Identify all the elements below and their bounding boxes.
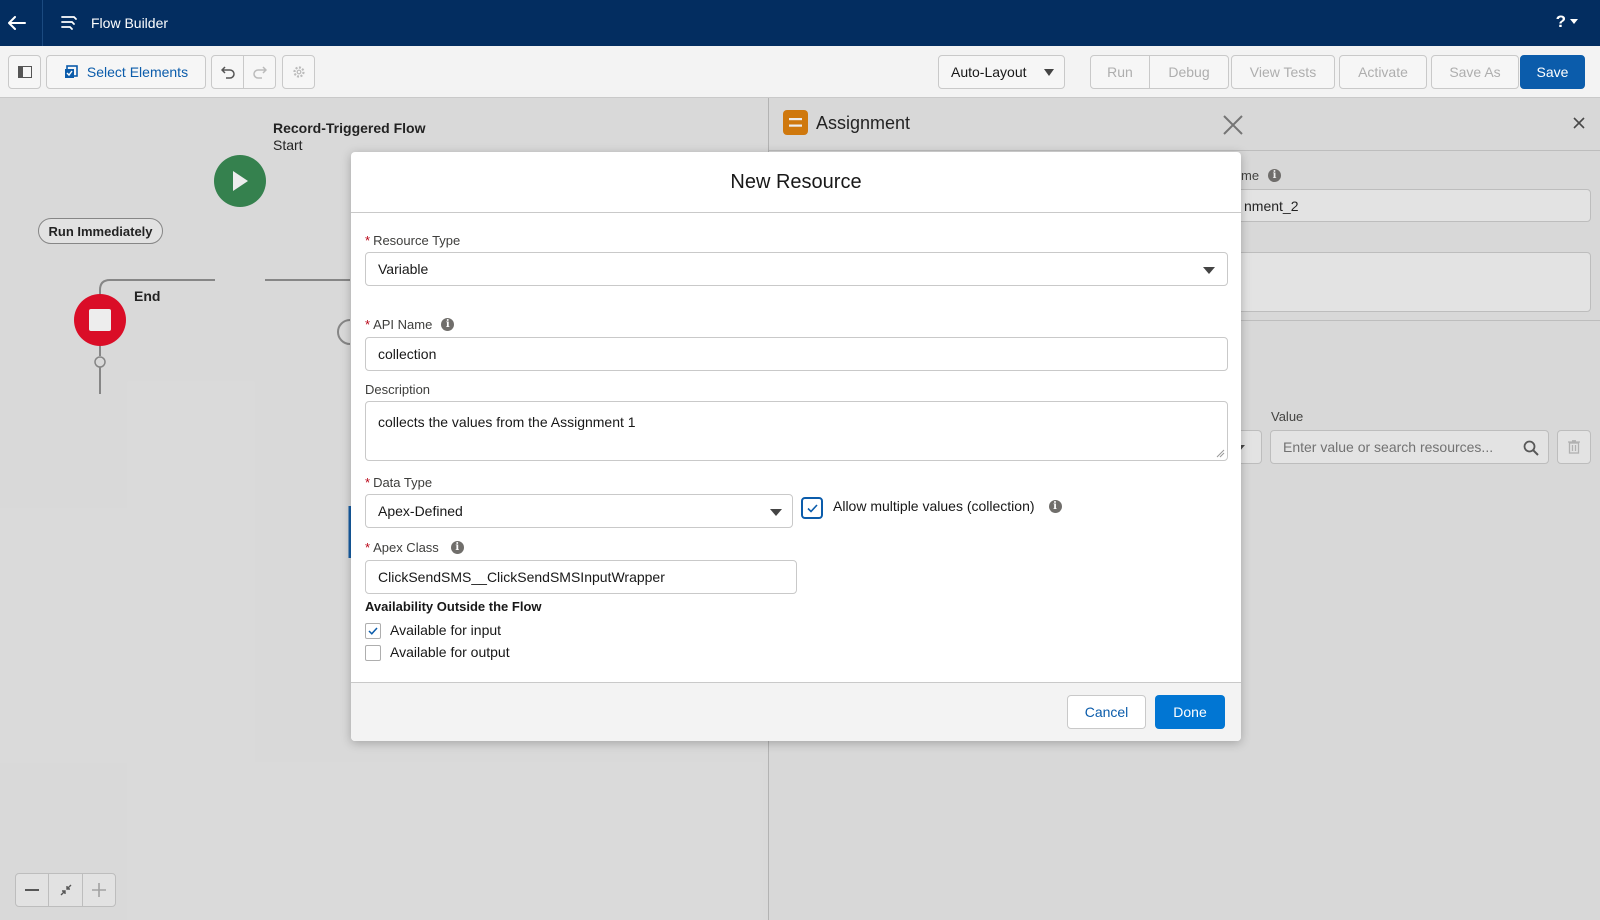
layout-mode-select[interactable]: Auto-Layout xyxy=(938,55,1065,89)
chevron-down-icon xyxy=(1044,69,1054,76)
checkmark-icon xyxy=(806,503,818,513)
info-icon[interactable]: i xyxy=(450,541,464,554)
data-type-value: Apex-Defined xyxy=(378,503,463,519)
resize-handle-icon xyxy=(1216,449,1225,458)
save-as-label: Save As xyxy=(1449,64,1501,80)
required-marker: * xyxy=(365,540,371,555)
flow-icon xyxy=(61,16,77,30)
api-name-value: collection xyxy=(378,346,437,362)
available-input-label-text: Available for input xyxy=(390,622,502,638)
top-bar: Flow Builder ? xyxy=(0,0,1600,46)
available-output-checkbox[interactable] xyxy=(365,645,381,661)
gear-icon xyxy=(292,66,305,78)
checkmark-icon xyxy=(368,627,378,635)
description-textarea[interactable]: collects the values from the Assignment … xyxy=(365,401,1228,461)
data-type-label: * Data Type xyxy=(365,475,432,490)
save-label: Save xyxy=(1536,64,1569,80)
activate-label: Activate xyxy=(1358,64,1408,80)
undo-button[interactable] xyxy=(211,55,244,89)
help-menu-button[interactable]: ? xyxy=(1556,12,1578,32)
select-elements-label: Select Elements xyxy=(86,64,189,80)
available-output-label-text: Available for output xyxy=(390,644,510,660)
help-icon: ? xyxy=(1555,12,1566,31)
info-icon[interactable]: i xyxy=(1048,499,1062,513)
toolbar: Select Elements Auto-Layout Run Debug Vi… xyxy=(0,46,1600,98)
required-marker: * xyxy=(365,475,371,490)
available-input-label: Available for input xyxy=(390,622,501,638)
select-icon xyxy=(64,65,78,78)
layout-mode-value: Auto-Layout xyxy=(951,64,1027,80)
modal-header: New Resource xyxy=(351,152,1241,213)
save-button[interactable]: Save xyxy=(1520,55,1585,89)
allow-multiple-label-text: Allow multiple values (collection) xyxy=(833,498,1035,514)
data-type-label-text: Data Type xyxy=(373,475,433,490)
resource-type-label: * Resource Type xyxy=(365,233,460,248)
sidebar-icon xyxy=(17,66,32,78)
run-label: Run xyxy=(1107,64,1133,80)
app-title: Flow Builder xyxy=(91,15,169,31)
arrow-left-icon xyxy=(8,16,26,30)
availability-heading: Availability Outside the Flow xyxy=(365,599,542,614)
chevron-down-icon xyxy=(1570,19,1578,24)
modal-footer: Cancel Done xyxy=(351,682,1241,741)
debug-button[interactable]: Debug xyxy=(1149,55,1229,89)
toggle-panel-button[interactable] xyxy=(8,55,41,89)
select-elements-button[interactable]: Select Elements xyxy=(46,55,206,89)
apex-class-input[interactable]: ClickSendSMS__ClickSendSMSInputWrapper xyxy=(365,560,797,594)
resource-type-select[interactable]: Variable xyxy=(365,252,1228,286)
data-type-select[interactable]: Apex-Defined xyxy=(365,494,793,528)
modal-title: New Resource xyxy=(730,170,862,193)
chevron-down-icon xyxy=(770,509,782,516)
back-button[interactable] xyxy=(0,0,34,46)
api-name-label: * API Name i xyxy=(365,317,455,332)
description-label-text: Description xyxy=(365,382,431,397)
save-as-button[interactable]: Save As xyxy=(1431,55,1519,89)
availability-heading-text: Availability Outside the Flow xyxy=(365,599,542,614)
redo-icon xyxy=(252,66,267,79)
api-name-input[interactable]: collection xyxy=(365,337,1228,371)
topbar-divider xyxy=(42,0,43,46)
view-tests-button[interactable]: View Tests xyxy=(1231,55,1335,89)
api-name-label-text: API Name xyxy=(373,317,433,332)
view-tests-label: View Tests xyxy=(1249,64,1317,80)
redo-button[interactable] xyxy=(243,55,276,89)
description-label: Description xyxy=(365,382,430,397)
required-marker: * xyxy=(365,233,371,248)
apex-class-label: * Apex Class i xyxy=(365,540,464,555)
resource-type-label-text: Resource Type xyxy=(373,233,461,248)
cancel-button[interactable]: Cancel xyxy=(1067,695,1146,729)
cancel-label: Cancel xyxy=(1084,704,1129,720)
run-button[interactable]: Run xyxy=(1090,55,1150,89)
done-button[interactable]: Done xyxy=(1155,695,1225,729)
resource-type-value: Variable xyxy=(378,261,429,277)
new-resource-modal: New Resource * Resource Type Variable * … xyxy=(351,152,1241,741)
activate-button[interactable]: Activate xyxy=(1339,55,1427,89)
chevron-down-icon xyxy=(1203,267,1215,274)
debug-label: Debug xyxy=(1168,64,1210,80)
available-output-label: Available for output xyxy=(390,644,510,660)
done-label: Done xyxy=(1173,704,1207,720)
available-input-checkbox[interactable] xyxy=(365,623,381,639)
apex-class-value: ClickSendSMS__ClickSendSMSInputWrapper xyxy=(378,569,665,585)
allow-multiple-checkbox[interactable] xyxy=(801,497,823,519)
undo-icon xyxy=(220,66,235,79)
allow-multiple-label: Allow multiple values (collection) i xyxy=(833,498,1062,514)
required-marker: * xyxy=(365,317,371,332)
info-icon[interactable]: i xyxy=(441,318,455,331)
settings-button[interactable] xyxy=(282,55,315,89)
description-value: collects the values from the Assignment … xyxy=(378,414,636,430)
apex-class-label-text: Apex Class xyxy=(373,540,439,555)
